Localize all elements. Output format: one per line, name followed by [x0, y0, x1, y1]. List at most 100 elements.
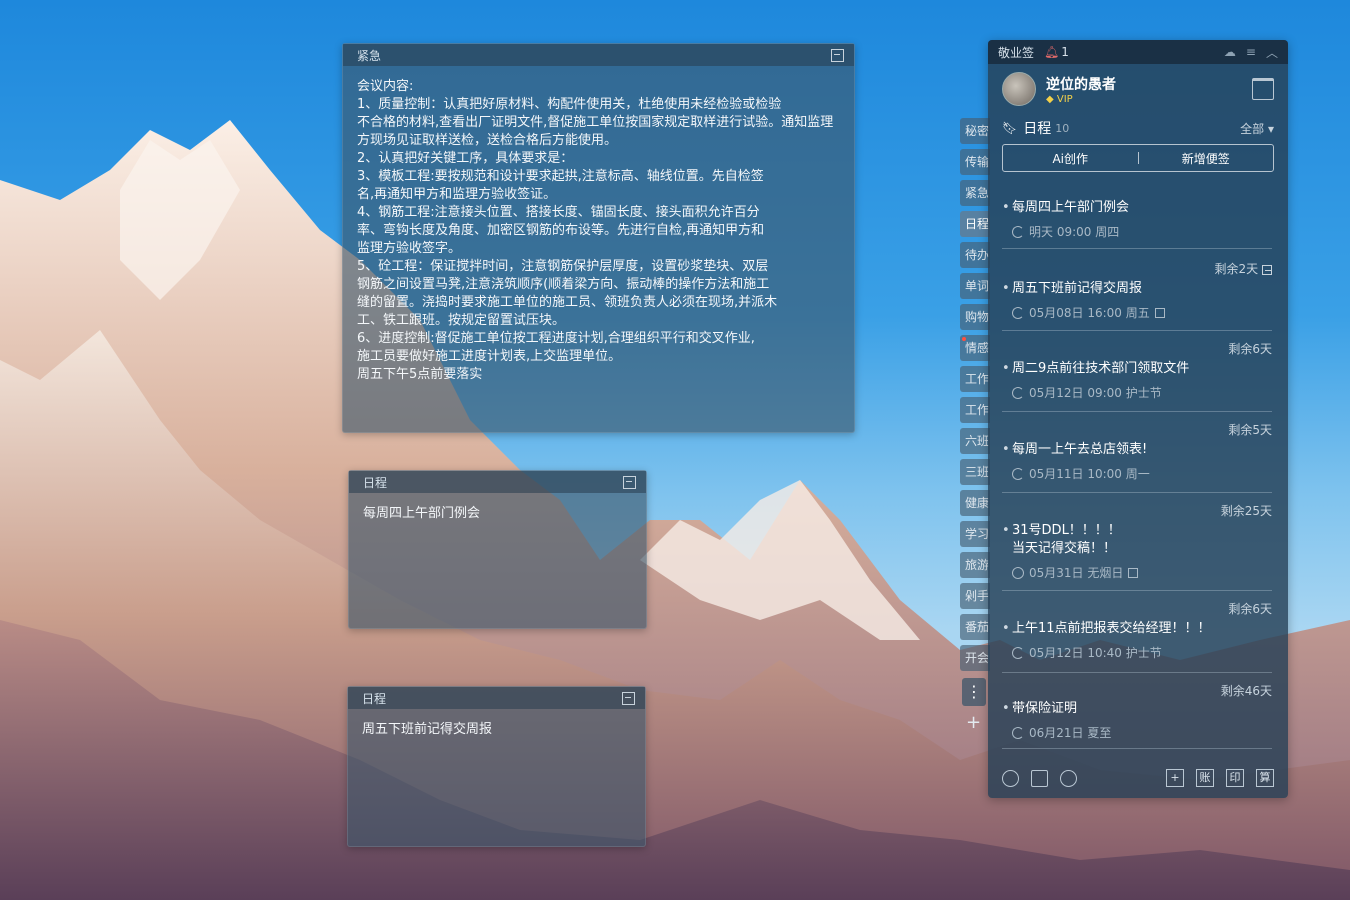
tab-label: 单词	[965, 279, 990, 293]
menu-icon[interactable]: ≡	[1246, 45, 1256, 59]
expand-icon[interactable]	[1262, 264, 1272, 275]
tab-category[interactable]: 三班	[960, 459, 990, 485]
calendar-icon[interactable]	[1252, 78, 1274, 100]
stamp-box-button[interactable]: 印	[1226, 769, 1244, 787]
item-title: 每周四上午部门例会	[1002, 199, 1129, 217]
section-header: 🔖︎ 日程 10 全部 ▾	[988, 116, 1288, 140]
item-meta: 05月31日 无烟日	[1029, 566, 1124, 580]
item-title: 周五下班前记得交周报	[1002, 280, 1142, 298]
tab-label: 情感	[965, 341, 990, 355]
tab-label: 秘密	[965, 124, 990, 138]
remaining-days: 剩余6天	[1228, 342, 1272, 356]
tab-category[interactable]: 紧急	[960, 180, 990, 206]
checklist-icon[interactable]	[1031, 769, 1048, 787]
tab-label: 购物	[965, 310, 990, 324]
item-meta: 05月11日 10:00 周一	[1029, 467, 1150, 481]
tab-category[interactable]: 情感	[960, 335, 990, 361]
avatar[interactable]	[1002, 72, 1036, 106]
repeat-icon	[1012, 467, 1024, 480]
tab-category[interactable]: 单词	[960, 273, 990, 299]
diamond-icon: ◆	[1046, 93, 1054, 105]
user-header: 逆位的愚者 ◆ VIP	[988, 64, 1288, 114]
more-tabs-button[interactable]: ⋮	[962, 678, 986, 706]
expand-icon[interactable]	[622, 691, 635, 705]
tab-category[interactable]: 秘密	[960, 118, 990, 144]
tab-category[interactable]: 开会	[960, 645, 990, 671]
note-header[interactable]: 日程	[349, 471, 646, 493]
note-header-title: 日程	[363, 475, 388, 490]
expand-icon[interactable]	[831, 48, 844, 62]
new-note-button[interactable]: 新增便签	[1139, 150, 1274, 167]
schedule-sticky-note[interactable]: 日程 周五下班前记得交周报	[347, 686, 646, 847]
section-title: 日程	[1023, 121, 1052, 137]
note-content[interactable]: 每周四上午部门例会	[349, 493, 646, 535]
add-box-button[interactable]: +	[1166, 769, 1184, 787]
item-title: 带保险证明	[1002, 700, 1077, 718]
main-panel: 敬业签 🔔︎ 1 ☁ ≡ ︿ 逆位的愚者 ◆ VIP 🔖︎ 日程 10 全部 ▾…	[988, 40, 1288, 798]
list-item[interactable]: 剩余2天 周五下班前记得交周报 05月08日 16:00 周五	[1002, 260, 1272, 331]
bell-icon[interactable]: 🔔︎	[1044, 45, 1059, 59]
item-meta: 明天 09:00 周四	[1029, 225, 1120, 239]
schedule-sticky-note[interactable]: 日程 每周四上午部门例会	[348, 470, 647, 629]
cloud-icon[interactable]: ☁	[1224, 45, 1236, 59]
list-item[interactable]: 剩余5天 每周一上午去总店领表! 05月11日 10:00 周一	[1002, 421, 1272, 493]
tab-category[interactable]: 旅游	[960, 552, 990, 578]
calculate-box-button[interactable]: 算	[1256, 769, 1274, 787]
tab-category[interactable]: 学习	[960, 521, 990, 547]
expand-icon[interactable]	[623, 475, 636, 489]
tab-category[interactable]: 购物	[960, 304, 990, 330]
tab-label: 紧急	[965, 186, 990, 200]
account-box-button[interactable]: 账	[1196, 769, 1214, 787]
item-title: 31号DDL！！！！ 当天记得交稿！！	[1002, 522, 1121, 558]
note-header-title: 紧急	[357, 48, 382, 63]
section-count: 10	[1055, 121, 1070, 135]
tab-label: 工作	[965, 372, 990, 386]
tab-label: 三班	[965, 465, 990, 479]
tab-category[interactable]: 工作	[960, 397, 990, 423]
note-header[interactable]: 紧急	[343, 44, 854, 66]
note-content[interactable]: 周五下班前记得交周报	[348, 709, 645, 751]
urgent-sticky-note[interactable]: 紧急 会议内容: 1、质量控制：认真把好原材料、构配件使用关，杜绝使用未经检验或…	[342, 43, 855, 433]
tab-label: 日程	[965, 217, 990, 231]
list-item[interactable]: 剩余6天 周二9点前往技术部门领取文件 05月12日 09:00 护士节	[1002, 340, 1272, 412]
note-icon	[1154, 307, 1165, 318]
note-content[interactable]: 会议内容: 1、质量控制：认真把好原材料、构配件使用关，杜绝使用未经检验或检验 …	[343, 66, 854, 396]
user-name[interactable]: 逆位的愚者	[1046, 74, 1116, 94]
list-item[interactable]: 剩余25天 31号DDL！！！！ 当天记得交稿！！ 05月31日 无烟日	[1002, 502, 1272, 591]
tab-category[interactable]: 健康	[960, 490, 990, 516]
tab-category[interactable]: 剁手	[960, 583, 990, 609]
search-icon[interactable]	[1060, 769, 1077, 787]
action-bar: Ai创作 新增便签	[1002, 144, 1274, 172]
item-meta: 06月21日 夏至	[1029, 726, 1112, 740]
tab-category[interactable]: 六班	[960, 428, 990, 454]
item-title: 上午11点前把报表交给经理！！！	[1002, 620, 1211, 638]
list-item[interactable]: 剩余46天 带保险证明 06月21日 夏至	[1002, 682, 1272, 749]
ai-create-button[interactable]: Ai创作	[1003, 150, 1138, 167]
add-category-button[interactable]: +	[966, 712, 981, 733]
clock-icon[interactable]	[1002, 769, 1019, 787]
app-name: 敬业签	[998, 45, 1035, 60]
list-item[interactable]: 剩余6天 上午11点前把报表交给经理！！！ 05月12日 10:40 护士节	[1002, 600, 1272, 673]
collapse-icon[interactable]: ︿	[1266, 44, 1278, 61]
repeat-icon	[1012, 646, 1024, 659]
title-bar: 敬业签 🔔︎ 1 ☁ ≡ ︿	[988, 40, 1288, 64]
note-icon	[1128, 567, 1139, 578]
tab-label: 工作	[965, 403, 990, 417]
item-meta: 05月12日 10:40 护士节	[1029, 646, 1162, 660]
tab-label: 待办	[965, 248, 990, 262]
filter-dropdown[interactable]: 全部 ▾	[1240, 120, 1274, 137]
note-header[interactable]: 日程	[348, 687, 645, 709]
tab-category[interactable]: 待办	[960, 242, 990, 268]
list-item[interactable]: 每周四上午部门例会 明天 09:00 周四	[1002, 186, 1272, 249]
tab-category[interactable]: 工作	[960, 366, 990, 392]
repeat-icon	[1012, 386, 1024, 399]
remaining-days: 剩余6天	[1228, 602, 1272, 616]
tab-category[interactable]: 番茄	[960, 614, 990, 640]
tab-label: 开会	[965, 651, 990, 665]
item-title: 周二9点前往技术部门领取文件	[1002, 360, 1189, 378]
bookmark-icon: 🔖︎	[1002, 121, 1018, 135]
tab-label: 传输	[965, 155, 990, 169]
tab-category[interactable]: 日程	[960, 211, 990, 237]
tab-label: 健康	[965, 496, 990, 510]
tab-category[interactable]: 传输	[960, 149, 990, 175]
